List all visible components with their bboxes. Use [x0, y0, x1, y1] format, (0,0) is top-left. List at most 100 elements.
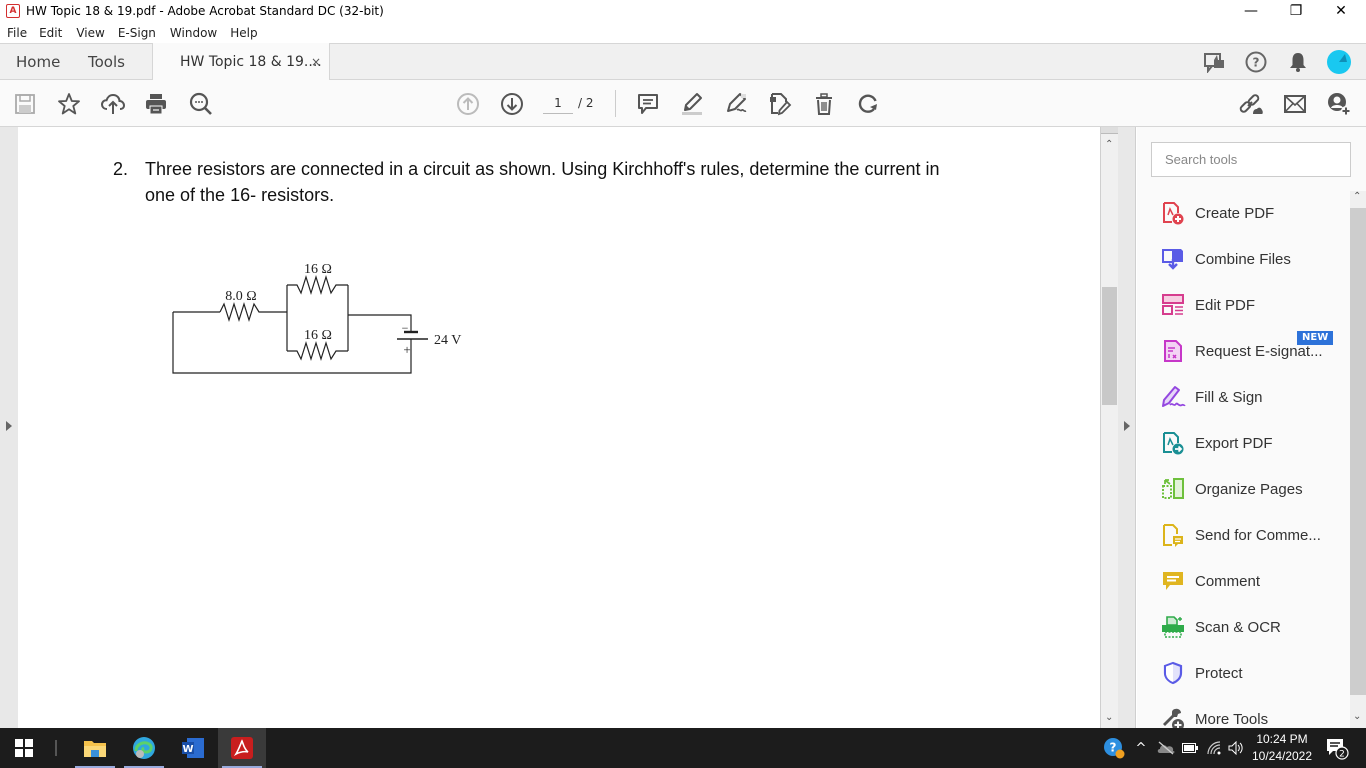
onedrive-offline-icon[interactable]	[1155, 728, 1177, 768]
comment-icon	[1160, 568, 1186, 594]
folder-icon	[84, 741, 106, 757]
tool-label: Create PDF	[1195, 204, 1275, 222]
tool-edit-pdf[interactable]: Edit PDF	[1137, 283, 1350, 327]
scan-ocr-icon	[1160, 614, 1186, 640]
organize-pages-icon	[1160, 476, 1186, 502]
window-title: HW Topic 18 & 19.pdf - Adobe Acrobat Sta…	[26, 4, 384, 18]
share-link-icon[interactable]	[1237, 90, 1265, 118]
left-panel-toggle[interactable]	[0, 127, 18, 728]
scroll-up-icon[interactable]: ⌃	[1105, 139, 1113, 150]
menu-esign[interactable]: E-Sign	[118, 26, 156, 40]
taskbar-edge-browser[interactable]	[120, 728, 168, 768]
clock-time: 10:24 PM	[1256, 732, 1308, 746]
taskbar-word[interactable]: W	[169, 728, 217, 768]
label-8-ohm: 8.0 Ω	[225, 289, 256, 304]
menu-edit[interactable]: Edit	[39, 26, 62, 40]
menu-window[interactable]: Window	[170, 26, 217, 40]
show-hidden-icons-chevron[interactable]: ^	[1132, 728, 1150, 768]
resistor-16-ohm-bottom	[287, 340, 348, 362]
close-button[interactable]: ✕	[1318, 0, 1364, 22]
battery-minus: −	[402, 321, 409, 335]
tool-fill-sign[interactable]: Fill & Sign	[1137, 375, 1350, 419]
minimize-button[interactable]: —	[1228, 0, 1274, 22]
tool-scan-ocr[interactable]: Scan & OCR	[1137, 605, 1350, 649]
account-avatar[interactable]	[1324, 48, 1354, 76]
document-tab-label: HW Topic 18 & 19....	[180, 54, 322, 70]
label-16-ohm-bottom: 16 Ω	[304, 328, 332, 343]
document-scrollbar-thumb[interactable]	[1102, 287, 1117, 405]
taskbar-acrobat[interactable]	[218, 728, 266, 768]
question-number: 2.	[113, 159, 129, 179]
email-envelope-icon[interactable]	[1281, 90, 1309, 118]
tools-scrollbar-thumb[interactable]	[1350, 208, 1366, 695]
system-clock[interactable]: 10:24 PM 10/24/2022	[1246, 731, 1318, 765]
toolbar-divider	[615, 90, 616, 117]
tab-document[interactable]: HW Topic 18 & 19.... ×	[152, 43, 330, 81]
menu-view[interactable]: View	[76, 26, 104, 40]
scroll-down-icon[interactable]: ⌄	[1105, 712, 1113, 723]
draw-signature-icon[interactable]	[722, 90, 750, 118]
tool-send-for-comments[interactable]: Send for Comme...	[1137, 513, 1350, 557]
tools-pane-scrollbar[interactable]: ⌃ ⌄	[1350, 191, 1366, 728]
combine-files-icon	[1160, 246, 1186, 272]
tab-home[interactable]: Home	[16, 44, 60, 80]
help-tray-icon[interactable]: ?	[1100, 728, 1128, 768]
print-icon[interactable]	[142, 90, 170, 118]
tool-protect[interactable]: Protect	[1137, 651, 1350, 695]
right-pane-toggle[interactable]	[1118, 127, 1136, 728]
tools-scroll-down-icon[interactable]: ⌄	[1353, 711, 1361, 722]
previous-page-icon[interactable]	[454, 90, 482, 118]
delete-trash-icon[interactable]	[810, 90, 838, 118]
feedback-icon[interactable]	[1200, 48, 1230, 76]
search-tools-input[interactable]: Search tools	[1151, 142, 1351, 177]
add-comment-icon[interactable]	[634, 90, 662, 118]
page-number-input[interactable]: 1	[543, 94, 573, 114]
wifi-icon[interactable]	[1204, 728, 1224, 768]
next-page-icon[interactable]	[498, 90, 526, 118]
tool-comment[interactable]: Comment	[1137, 559, 1350, 603]
action-center-button[interactable]: 2	[1322, 728, 1352, 768]
bookmark-star-icon[interactable]	[55, 90, 83, 118]
toolbar: 1 / 2	[0, 80, 1366, 127]
collapse-right-pane-arrow-icon	[1124, 421, 1130, 431]
svg-text:?: ?	[1110, 741, 1117, 755]
menu-file[interactable]: File	[7, 26, 27, 40]
tool-create-pdf[interactable]: Create PDF	[1137, 191, 1350, 235]
tools-scroll-up-icon[interactable]: ⌃	[1353, 191, 1361, 202]
help-icon[interactable]: ?	[1241, 48, 1271, 76]
taskbar-separator	[55, 740, 57, 756]
start-button[interactable]	[0, 728, 48, 768]
menu-help[interactable]: Help	[230, 26, 257, 40]
tool-label: Protect	[1195, 664, 1243, 682]
highlight-icon[interactable]	[678, 90, 706, 118]
tool-export-pdf[interactable]: Export PDF	[1137, 421, 1350, 465]
edit-pdf-toolbar-icon[interactable]	[766, 90, 794, 118]
rotate-icon[interactable]	[854, 90, 882, 118]
volume-icon[interactable]	[1226, 728, 1246, 768]
tool-combine-files[interactable]: Combine Files	[1137, 237, 1350, 281]
tool-label: Edit PDF	[1195, 296, 1256, 314]
save-icon[interactable]	[11, 90, 39, 118]
document-scrollbar[interactable]: ⌃ ⌄	[1100, 127, 1118, 728]
menu-bar: File Edit View E-Sign Window Help	[0, 22, 1366, 43]
svg-text:W: W	[182, 744, 193, 755]
notification-bell-icon[interactable]	[1283, 48, 1313, 76]
tab-tools[interactable]: Tools	[88, 44, 125, 80]
tool-more-tools[interactable]: More Tools	[1137, 697, 1350, 728]
label-16-ohm-top: 16 Ω	[304, 262, 332, 277]
windows-taskbar: W ? ^ 10:24 PM 10/24/2022 2	[0, 728, 1366, 768]
taskbar-file-explorer[interactable]	[71, 728, 119, 768]
word-icon: W	[182, 738, 204, 758]
find-search-icon[interactable]	[187, 90, 215, 118]
add-user-icon[interactable]	[1325, 90, 1353, 118]
tool-label: Request E-signat...	[1195, 342, 1323, 360]
restore-button[interactable]: ❐	[1273, 0, 1319, 22]
circuit-diagram: 8.0 Ω 16 Ω 16 Ω 24 V − +	[172, 262, 461, 374]
question-text-line1: Three resistors are connected in a circu…	[145, 159, 940, 179]
battery-icon[interactable]	[1180, 728, 1200, 768]
upload-cloud-icon[interactable]	[99, 90, 127, 118]
circuit-wire-bottom	[172, 312, 412, 374]
fill-sign-icon	[1160, 384, 1186, 410]
close-tab-button[interactable]: ×	[311, 43, 321, 81]
tool-organize-pages[interactable]: Organize Pages	[1137, 467, 1350, 511]
